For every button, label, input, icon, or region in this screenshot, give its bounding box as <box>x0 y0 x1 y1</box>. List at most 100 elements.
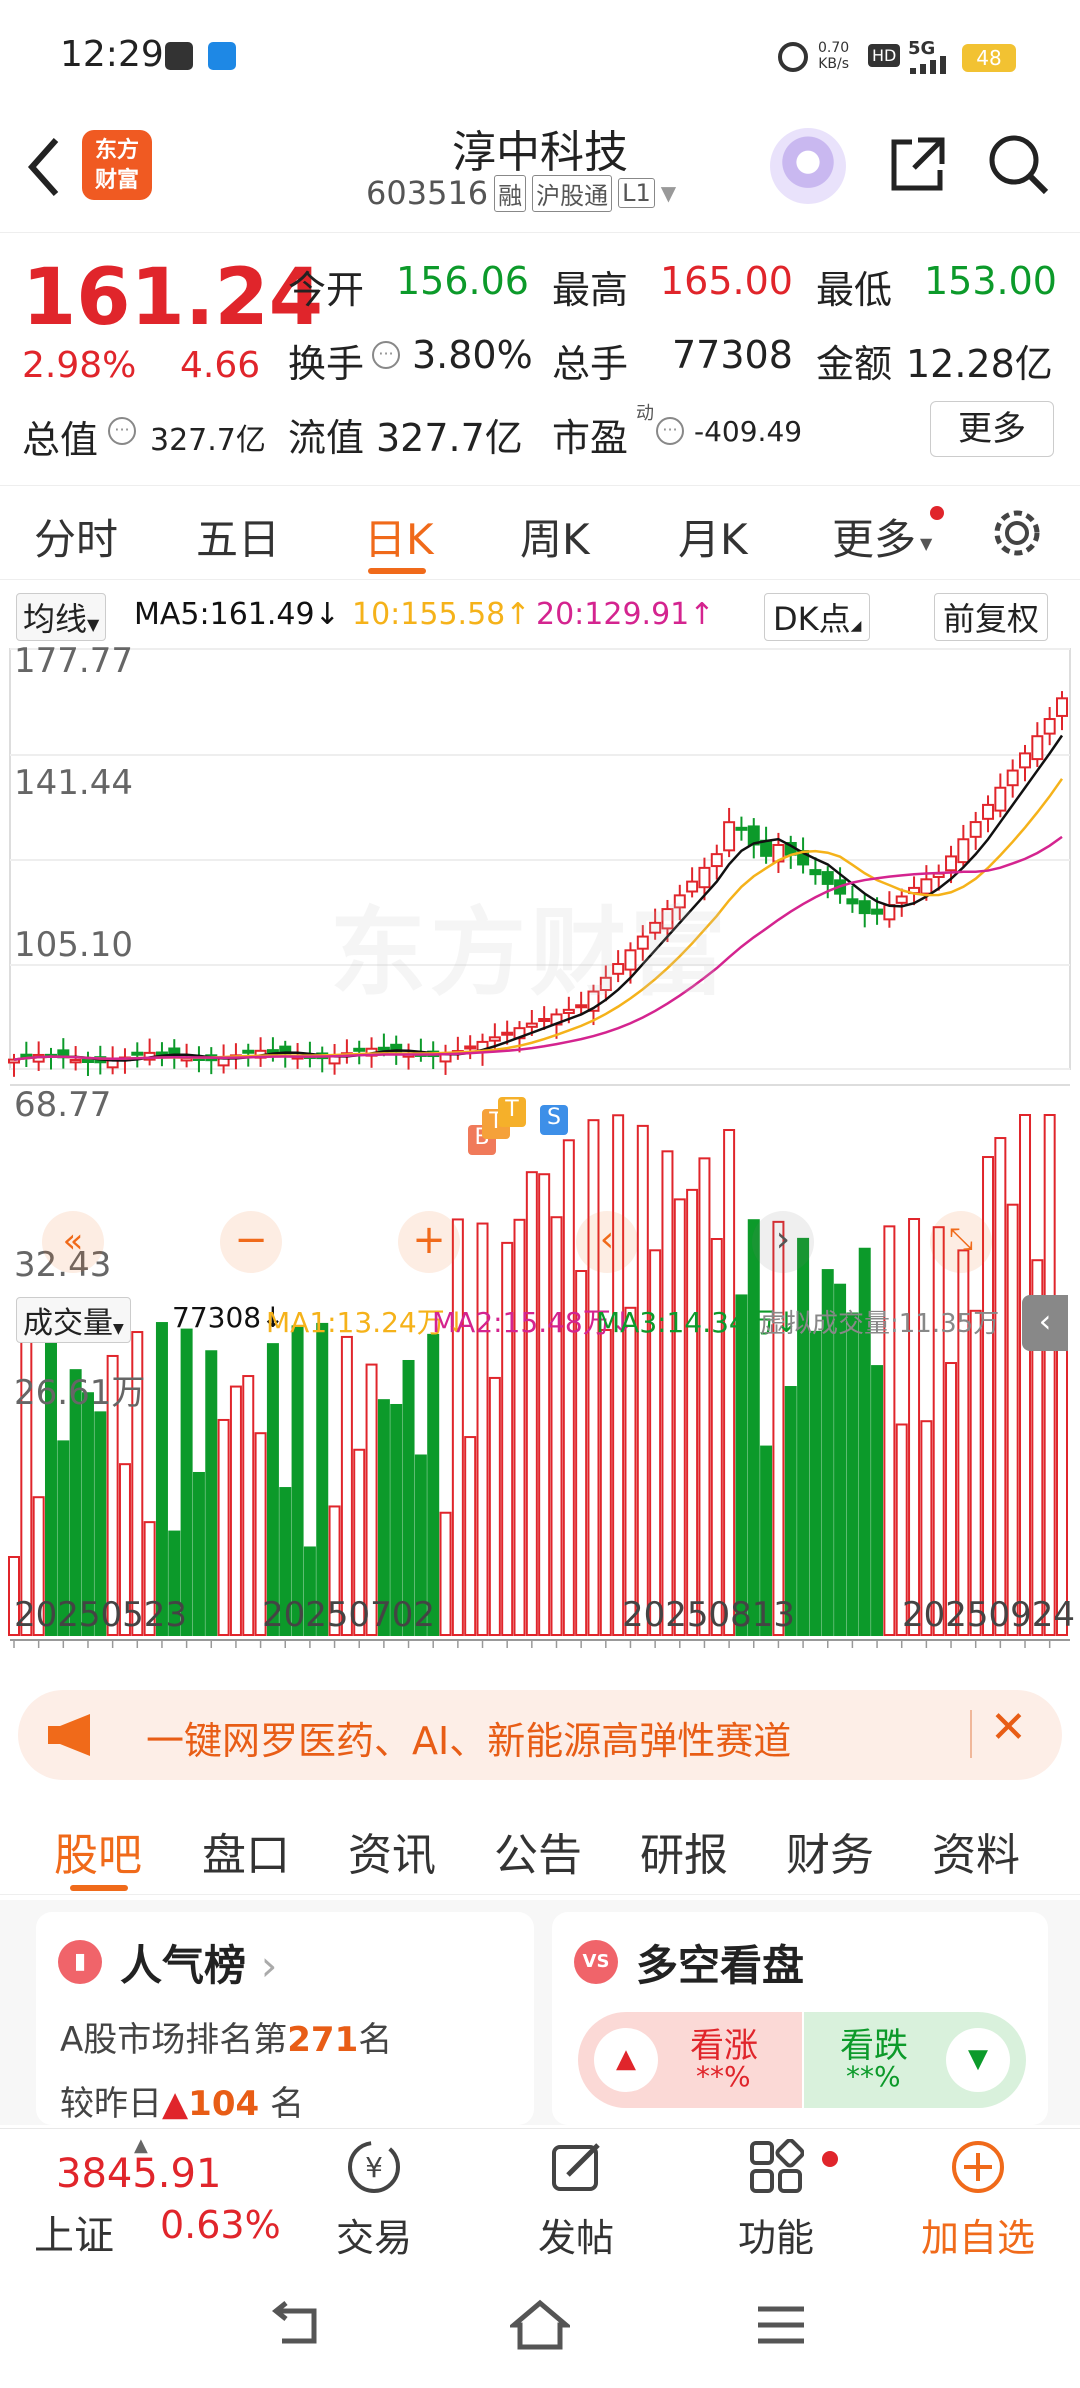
pe-label: 市盈 <box>552 416 629 460</box>
info-icon-3[interactable]: ··· <box>656 417 684 445</box>
divider <box>970 1710 972 1758</box>
collapse-panel-button[interactable]: ‹ <box>1022 1295 1068 1351</box>
app-notification-icon <box>165 42 193 70</box>
volume-bar <box>229 1385 242 1637</box>
volume-bar <box>538 1173 551 1637</box>
volume-bar <box>686 1188 699 1636</box>
watermark: 东方财富 <box>330 897 730 1009</box>
tab-guba[interactable]: 股吧 <box>54 1819 142 1883</box>
popularity-card[interactable]: ▮ 人气榜 › A股市场排名第271名 较昨日▲104 名 <box>36 1912 534 2125</box>
volume-bar <box>599 1328 612 1636</box>
signal-marker[interactable]: T <box>498 1097 526 1127</box>
dk-points-button[interactable]: DK点◢ <box>764 593 871 641</box>
nav-back-icon[interactable] <box>270 2301 326 2351</box>
candle-body <box>1043 718 1056 735</box>
tab-announcements[interactable]: 公告 <box>494 1819 582 1883</box>
zoom-in-button[interactable]: + <box>398 1211 460 1273</box>
tab-monthly-k[interactable]: 月K <box>678 506 748 567</box>
tab-intraday[interactable]: 分时 <box>34 506 118 567</box>
scroll-right-button[interactable]: › <box>752 1211 814 1273</box>
tag-connect: 沪股通 <box>532 174 613 212</box>
volume-value: 77308 <box>672 333 793 377</box>
volume-bar <box>661 1150 674 1636</box>
amount-value: 12.28亿 <box>906 342 1053 386</box>
vote-down-button[interactable]: 看跌 **% ▼ <box>804 2012 1026 2108</box>
robot-assistant-icon[interactable] <box>770 128 846 204</box>
nav-menu-icon[interactable] <box>756 2303 806 2349</box>
dropdown-arrow-icon[interactable]: ▼ <box>661 181 676 205</box>
turnover-value: 3.80% <box>412 333 533 377</box>
candle-body <box>20 1053 33 1058</box>
info-icon-2[interactable]: ··· <box>372 341 400 369</box>
promo-banner[interactable]: 一键网罗医药、AI、新能源高弹性赛道 ✕ <box>18 1690 1062 1780</box>
ma-selector[interactable]: 均线▼ <box>16 593 107 641</box>
share-icon[interactable] <box>884 132 950 198</box>
volume-bar <box>205 1350 218 1637</box>
scroll-left-far-button[interactable]: « <box>42 1211 104 1273</box>
volume-bar <box>673 1198 686 1636</box>
tab-weekly-k[interactable]: 周K <box>520 506 590 567</box>
alarm-icon <box>778 42 808 72</box>
candle-body <box>821 871 834 885</box>
volume-bar <box>797 1237 810 1636</box>
candle-body <box>69 1059 82 1064</box>
vote-up-value: **% <box>696 2060 751 2093</box>
more-button[interactable]: 更多 <box>930 401 1054 457</box>
svg-text:¥: ¥ <box>365 2151 383 2184</box>
duokong-title: 多空看盘 <box>636 1941 805 1990</box>
price-axis-label: 105.10 <box>14 925 133 965</box>
scroll-left-button[interactable]: ‹ <box>576 1211 638 1273</box>
volume-bar <box>587 1119 600 1636</box>
trade-label: 交易 <box>335 2216 412 2260</box>
index-name[interactable]: 上证 <box>34 2203 114 2261</box>
k-line-svg[interactable] <box>0 645 1080 1670</box>
adjust-price-button[interactable]: 前复权 <box>934 593 1049 641</box>
volume-bar <box>624 1306 637 1636</box>
volume-selector[interactable]: 成交量▼ <box>16 1297 131 1343</box>
long-short-card[interactable]: VS 多空看盘 ▲ 看涨 **% 看跌 **% ▼ <box>552 1912 1048 2125</box>
tab-profile[interactable]: 资料 <box>932 1819 1020 1883</box>
volume-bar <box>1006 1203 1019 1636</box>
search-icon[interactable] <box>986 132 1052 198</box>
candle-body <box>846 898 859 905</box>
ma5-legend: MA5:161.49↓ <box>134 597 340 632</box>
date-label: 20250813 <box>622 1595 796 1635</box>
tab-daily-k[interactable]: 日K <box>364 506 434 567</box>
signal-marker[interactable]: S <box>540 1105 568 1135</box>
ma10-legend: 10:155.58↑ <box>352 597 531 632</box>
ma20-legend: 20:129.91↑ <box>536 597 715 632</box>
trade-button[interactable]: ¥ 交易 <box>304 2139 444 2262</box>
change-pct: 2.98% <box>22 345 137 386</box>
last-price: 161.24 <box>22 253 323 343</box>
volume-bar <box>1019 1114 1032 1636</box>
tab-pankou[interactable]: 盘口 <box>202 1819 290 1883</box>
tab-news[interactable]: 资讯 <box>348 1819 436 1883</box>
date-label: 20250702 <box>262 1595 436 1635</box>
volume-bar <box>192 1471 205 1636</box>
nav-home-icon[interactable] <box>510 2299 570 2353</box>
network-speed: 0.70 KB/s <box>818 40 850 72</box>
rank-title: 人气榜 › <box>120 1941 278 1990</box>
post-button[interactable]: 发帖 <box>506 2139 646 2262</box>
volume-bar <box>932 1226 945 1636</box>
high-value: 165.00 <box>660 259 793 303</box>
info-icon[interactable]: ··· <box>108 417 136 445</box>
settings-gear-icon[interactable] <box>990 506 1044 560</box>
fullscreen-icon[interactable]: ⤡ <box>930 1211 992 1273</box>
close-icon[interactable]: ✕ <box>990 1702 1027 1753</box>
zoom-out-button[interactable]: − <box>220 1211 282 1273</box>
tab-more[interactable]: 更多 <box>832 506 916 567</box>
volume-bar <box>846 1312 859 1636</box>
tab-research[interactable]: 研报 <box>640 1819 728 1883</box>
tab-five-day[interactable]: 五日 <box>196 506 280 567</box>
add-watchlist-button[interactable]: 加自选 <box>908 2139 1048 2262</box>
candle-body <box>982 803 995 820</box>
tab-finance[interactable]: 财务 <box>786 1819 874 1883</box>
candle-body <box>809 869 822 876</box>
index-pct[interactable]: 0.63% <box>160 2203 281 2247</box>
candle-body <box>945 855 958 872</box>
price-axis-label: 141.44 <box>14 763 133 803</box>
index-value[interactable]: 3845.91 <box>56 2151 221 2197</box>
vote-up-button[interactable]: ▲ 看涨 **% <box>578 2012 802 2108</box>
candle-body <box>723 821 736 852</box>
